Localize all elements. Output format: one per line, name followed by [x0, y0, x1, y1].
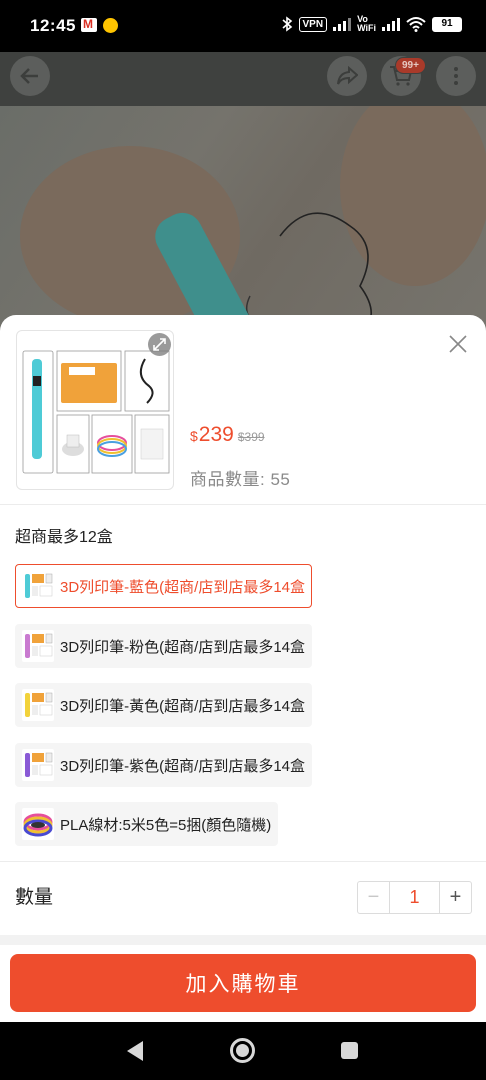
add-to-cart-button[interactable]: 加入購物車: [10, 954, 476, 1012]
divider: [0, 504, 486, 505]
vowifi-label: Vo WiFi: [357, 14, 376, 33]
variation-thumb: [22, 689, 54, 721]
variation-thumb: [22, 749, 54, 781]
variation-label: PLA線材:5米5色=5捆(顏色隨機): [60, 816, 272, 834]
divider: [0, 861, 486, 862]
status-icons: VPN Vo WiFi 91: [281, 15, 462, 33]
quantity-stepper: − 1 +: [357, 881, 472, 914]
app-notification-icon: [103, 18, 118, 33]
bluetooth-icon: [281, 16, 292, 32]
nav-back-icon[interactable]: [127, 1041, 143, 1061]
price-currency: $: [190, 428, 198, 444]
quantity-label: 數量: [15, 887, 54, 908]
variation-label: 3D列印筆-藍色(超商/店到店最多14盒: [60, 578, 306, 596]
stock-quantity: 商品數量: 55: [190, 470, 291, 489]
nav-home-icon[interactable]: [230, 1038, 255, 1063]
variation-thumb: [22, 808, 54, 840]
variation-option-purple[interactable]: 3D列印筆-紫色(超商/店到店最多14盒: [15, 743, 313, 787]
back-arrow-icon[interactable]: [10, 56, 50, 96]
cart-badge: 99+: [395, 57, 426, 74]
variation-label: 3D列印筆-粉色(超商/店到店最多14盒: [60, 638, 306, 656]
wifi-icon: [406, 17, 426, 32]
share-icon[interactable]: [327, 56, 367, 96]
quantity-input[interactable]: 1: [390, 882, 439, 913]
variation-thumb: [22, 570, 54, 602]
product-thumbnail[interactable]: [16, 330, 174, 490]
status-time: 12:45: [30, 16, 76, 35]
variation-thumb: [22, 630, 54, 662]
price-value: 239: [198, 423, 234, 446]
nav-recents-icon[interactable]: [341, 1042, 358, 1059]
price-row: $ 239 $399: [190, 423, 265, 447]
variation-bottom-sheet: $ 239 $399 商品數量: 55 超商最多12盒 3D列印筆-藍色(超商/…: [0, 315, 486, 1022]
vpn-badge: VPN: [298, 16, 328, 32]
system-nav-bar: [0, 1022, 486, 1080]
more-vert-icon[interactable]: [436, 56, 476, 96]
original-price: $399: [237, 430, 265, 444]
signal-icon-2: [382, 17, 400, 31]
variation-label: 3D列印筆-黃色(超商/店到店最多14盒: [60, 697, 306, 715]
gmail-notification-icon: [81, 17, 97, 32]
quantity-increase-button[interactable]: +: [439, 882, 471, 913]
product-thumbnail-image: [22, 350, 170, 474]
variation-option-pink[interactable]: 3D列印筆-粉色(超商/店到店最多14盒: [15, 624, 313, 668]
variation-option-pla-filament[interactable]: PLA線材:5米5色=5捆(顏色隨機): [15, 802, 279, 846]
expand-image-icon[interactable]: [148, 333, 171, 356]
variation-label: 3D列印筆-紫色(超商/店到店最多14盒: [60, 757, 306, 775]
signal-icon: [333, 17, 352, 31]
quantity-decrease-button[interactable]: −: [358, 882, 390, 913]
battery-icon: 91: [432, 16, 462, 32]
product-topbar: 99+: [0, 52, 486, 106]
section-separator: [0, 935, 486, 945]
variation-option-yellow[interactable]: 3D列印筆-黃色(超商/店到店最多14盒: [15, 683, 313, 727]
variation-group-title: 超商最多12盒: [15, 529, 113, 546]
variation-option-blue[interactable]: 3D列印筆-藍色(超商/店到店最多14盒: [15, 564, 313, 608]
status-bar: 12:45 VPN VoWiFi 91: [0, 0, 486, 52]
product-page-backdrop[interactable]: 99+: [0, 52, 486, 352]
close-icon[interactable]: [444, 330, 472, 358]
